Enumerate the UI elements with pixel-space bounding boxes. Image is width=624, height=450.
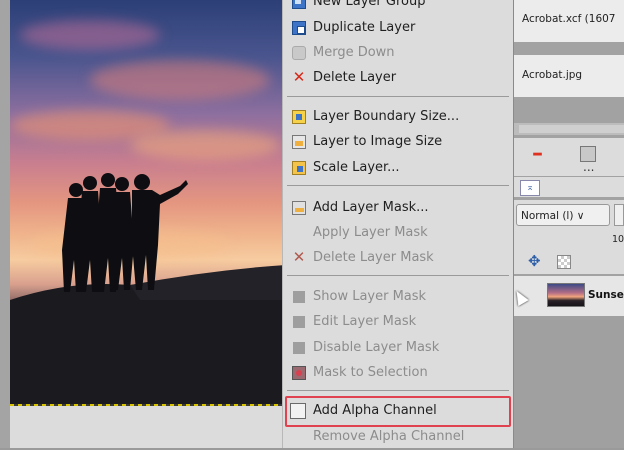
layer-mode-select[interactable]: Normal (l) ∨	[516, 204, 610, 226]
mode-reset-button[interactable]	[614, 204, 624, 226]
menu-item-label: New Layer Group	[313, 0, 426, 9]
menu-item-remove-alpha-channel[interactable]: Remove Alpha Channel	[283, 425, 513, 450]
delete-icon: ✕	[292, 248, 306, 266]
menu-item-apply-layer-mask[interactable]: Apply Layer Mask	[283, 221, 513, 246]
merge-down-icon	[292, 46, 306, 60]
mask-checkbox-icon	[293, 342, 305, 354]
canvas-image[interactable]	[10, 0, 286, 406]
image-tab-label: Acrobat.jpg	[522, 69, 583, 81]
opacity-row[interactable]	[513, 230, 624, 248]
more-options-icon[interactable]: ...	[583, 160, 594, 174]
lock-alpha-icon[interactable]	[557, 255, 571, 269]
dock-empty-area	[513, 316, 624, 448]
menu-item-label: Remove Alpha Channel	[313, 429, 465, 444]
canvas-area[interactable]	[0, 0, 290, 448]
duplicate-layer-icon	[292, 21, 306, 35]
layer-boundary-icon	[292, 110, 306, 124]
menu-item-delete-layer-mask[interactable]: ✕ Delete Layer Mask	[283, 246, 513, 271]
menu-item-add-layer-mask[interactable]: Add Layer Mask...	[283, 196, 513, 221]
menu-item-disable-layer-mask[interactable]: Disable Layer Mask	[283, 336, 513, 361]
layer-thumbnail	[547, 283, 585, 307]
menu-item-label: Duplicate Layer	[313, 20, 416, 35]
menu-item-delete-layer[interactable]: ✕ Delete Layer	[283, 66, 513, 91]
scrollbar-thumb[interactable]	[519, 125, 624, 133]
menu-item-label: Show Layer Mask	[313, 289, 427, 304]
delete-icon: ✕	[292, 68, 306, 86]
menu-item-scale-layer[interactable]: Scale Layer...	[283, 156, 513, 181]
menu-item-label: Disable Layer Mask	[313, 340, 440, 355]
menu-item-duplicate-layer[interactable]: Duplicate Layer	[283, 16, 513, 41]
layers-tab-icon[interactable]: ⌅	[520, 180, 540, 196]
layer-name: Sunse	[588, 289, 624, 301]
lock-position-icon[interactable]: ✥	[528, 252, 541, 270]
menu-item-label: Layer Boundary Size...	[313, 109, 460, 124]
menu-item-label: Mask to Selection	[313, 365, 428, 380]
menu-item-label: Scale Layer...	[313, 160, 400, 175]
menu-item-merge-down[interactable]: Merge Down	[283, 41, 513, 66]
menu-item-label: Layer to Image Size	[313, 134, 443, 149]
menu-item-layer-boundary-size[interactable]: Layer Boundary Size...	[283, 105, 513, 130]
layer-mode-value: Normal (l)	[521, 210, 574, 222]
menu-item-label: Apply Layer Mask	[313, 225, 428, 240]
menu-item-label: Delete Layer	[313, 70, 397, 85]
highlight-box	[285, 396, 511, 427]
add-mask-icon	[292, 201, 306, 215]
chevron-down-icon: ∨	[576, 210, 585, 222]
menu-item-show-layer-mask[interactable]: Show Layer Mask	[283, 285, 513, 310]
menu-item-label: Delete Layer Mask	[313, 250, 434, 265]
mask-to-selection-icon	[292, 366, 306, 380]
menu-separator	[287, 185, 509, 186]
mask-checkbox-icon	[293, 291, 305, 303]
mask-checkbox-icon	[293, 316, 305, 328]
minus-icon[interactable]: –	[532, 141, 543, 166]
layer-context-menu: New Layer Group Duplicate Layer Merge Do…	[282, 0, 514, 448]
menu-item-layer-to-image-size[interactable]: Layer to Image Size	[283, 130, 513, 155]
scale-layer-icon	[292, 161, 306, 175]
opacity-value: 10	[612, 234, 624, 245]
menu-item-edit-layer-mask[interactable]: Edit Layer Mask	[283, 310, 513, 335]
image-tab-xcf[interactable]: Acrobat.xcf (1607	[513, 0, 624, 42]
people-silhouette	[10, 173, 286, 406]
menu-separator	[287, 96, 509, 97]
image-tab-jpg[interactable]: Acrobat.jpg	[513, 55, 624, 97]
menu-item-new-layer-group[interactable]: New Layer Group	[283, 0, 513, 15]
menu-separator	[287, 275, 509, 276]
menu-item-label: Edit Layer Mask	[313, 314, 417, 329]
menu-separator	[287, 390, 509, 391]
canvas-padding	[10, 406, 286, 448]
menu-item-label: Add Layer Mask...	[313, 200, 429, 215]
dock-toolbar	[513, 138, 624, 176]
layer-group-icon	[292, 0, 306, 9]
menu-item-mask-to-selection[interactable]: Mask to Selection	[283, 361, 513, 386]
menu-item-label: Merge Down	[313, 45, 395, 60]
dock-scrollbar[interactable]	[513, 123, 624, 135]
image-tab-label: Acrobat.xcf (1607	[522, 13, 616, 25]
layer-to-image-icon	[292, 135, 306, 149]
